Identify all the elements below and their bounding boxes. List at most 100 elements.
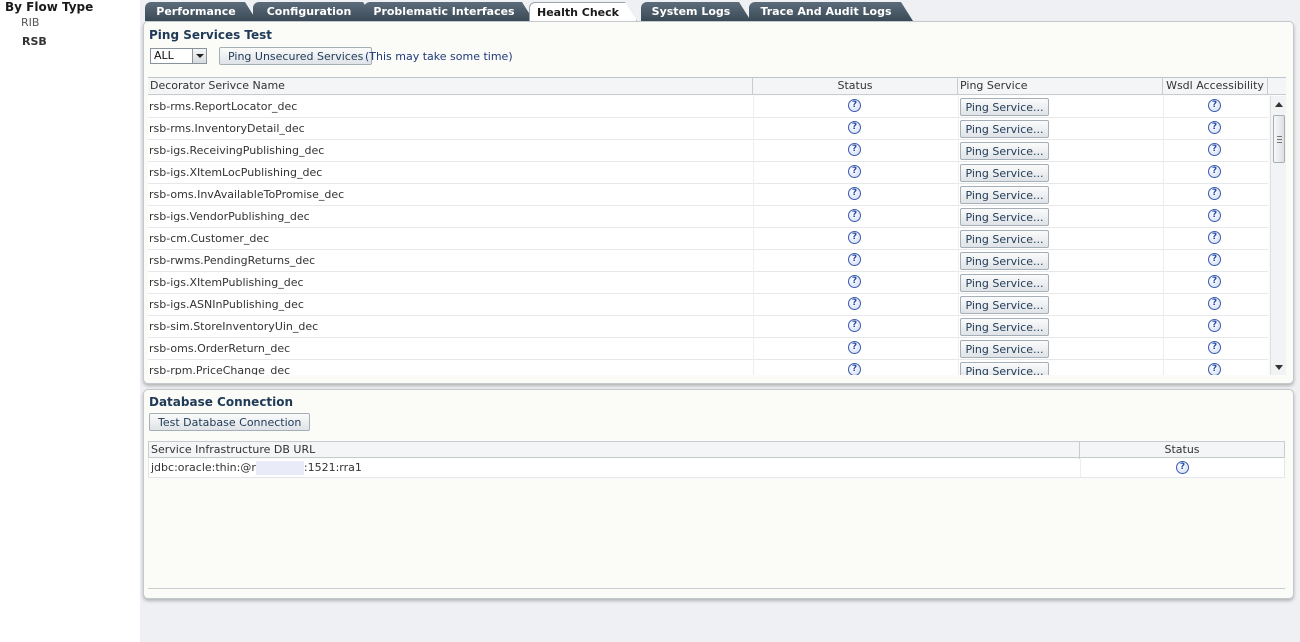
ping-service-button[interactable]: Ping Service... bbox=[960, 142, 1049, 160]
wsdl-question-icon[interactable]: ? bbox=[1208, 209, 1221, 222]
tab-health-check[interactable]: Health Check bbox=[529, 2, 637, 21]
service-name-cell: rsb-igs.XItemPublishing_dec bbox=[149, 276, 304, 289]
wsdl-question-icon[interactable]: ? bbox=[1208, 99, 1221, 112]
column-divider bbox=[1163, 272, 1164, 294]
status-question-icon[interactable]: ? bbox=[848, 253, 861, 266]
column-divider bbox=[1080, 459, 1081, 477]
service-name-cell: rsb-rpm.PriceChange_dec bbox=[149, 364, 291, 375]
scroll-thumb[interactable] bbox=[1273, 115, 1285, 163]
table-scrollbar[interactable] bbox=[1270, 96, 1286, 375]
table-row: rsb-cm.Customer_dec? Ping Service...? bbox=[148, 228, 1268, 250]
col-ping-service[interactable]: Ping Service bbox=[958, 78, 1163, 95]
status-question-icon[interactable]: ? bbox=[848, 187, 861, 200]
chevron-down-icon[interactable] bbox=[192, 49, 206, 63]
ping-service-button[interactable]: Ping Service... bbox=[960, 362, 1049, 375]
column-divider bbox=[1163, 118, 1164, 140]
status-question-icon[interactable]: ? bbox=[848, 231, 861, 244]
ping-services-panel: Ping Services Test ALL Ping Unsecured Se… bbox=[143, 21, 1294, 384]
col-wsdl-accessibility[interactable]: Wsdl Accessibility bbox=[1163, 78, 1268, 95]
ping-service-button[interactable]: Ping Service... bbox=[960, 318, 1049, 336]
test-database-connection-button[interactable]: Test Database Connection bbox=[149, 413, 311, 431]
wsdl-question-icon[interactable]: ? bbox=[1208, 319, 1221, 332]
tab-trace-audit-logs[interactable]: Trace And Audit Logs bbox=[749, 2, 913, 21]
col-status[interactable]: Status bbox=[753, 78, 958, 95]
column-divider bbox=[1163, 96, 1164, 118]
tab-system-logs[interactable]: System Logs bbox=[641, 2, 751, 21]
ping-service-button[interactable]: Ping Service... bbox=[960, 230, 1049, 248]
table-row: rsb-igs.VendorPublishing_dec? Ping Servic… bbox=[148, 206, 1268, 228]
db-table-row: jdbc:oracle:thin:@r:1521:rra1 ? bbox=[148, 459, 1285, 478]
wsdl-question-icon[interactable]: ? bbox=[1208, 363, 1221, 375]
ping-service-button[interactable]: Ping Service... bbox=[960, 164, 1049, 182]
grip-line bbox=[1277, 142, 1282, 143]
service-filter-select[interactable]: ALL bbox=[150, 48, 207, 64]
column-divider bbox=[1163, 140, 1164, 162]
nav-item-rsb[interactable]: RSB bbox=[22, 35, 47, 48]
wsdl-question-icon[interactable]: ? bbox=[1208, 341, 1221, 354]
db-url-cell: jdbc:oracle:thin:@r:1521:rra1 bbox=[151, 459, 362, 477]
wsdl-question-icon[interactable]: ? bbox=[1208, 165, 1221, 178]
tab-label: Health Check bbox=[537, 5, 619, 19]
wsdl-question-icon[interactable]: ? bbox=[1208, 253, 1221, 266]
grip-line bbox=[1277, 136, 1282, 137]
column-divider bbox=[958, 162, 959, 184]
status-question-icon[interactable]: ? bbox=[848, 209, 861, 222]
status-question-icon[interactable]: ? bbox=[848, 143, 861, 156]
column-divider bbox=[1163, 294, 1164, 316]
ping-unsecured-services-button[interactable]: Ping Unsecured Services bbox=[219, 47, 373, 65]
service-name-cell: rsb-rms.InventoryDetail_dec bbox=[149, 122, 305, 135]
db-table: Service Infrastructure DB URL Status jdb… bbox=[148, 441, 1285, 590]
scroll-up-arrow-icon[interactable] bbox=[1275, 102, 1283, 107]
column-divider bbox=[753, 294, 754, 316]
tab-bar: Performance Configuration Problematic In… bbox=[142, 0, 1300, 20]
col-db-url[interactable]: Service Infrastructure DB URL bbox=[149, 442, 1080, 459]
status-question-icon[interactable]: ? bbox=[848, 363, 861, 375]
ping-service-button[interactable]: Ping Service... bbox=[960, 208, 1049, 226]
wsdl-question-icon[interactable]: ? bbox=[1208, 187, 1221, 200]
divider bbox=[148, 588, 1285, 589]
wsdl-question-icon[interactable]: ? bbox=[1208, 143, 1221, 156]
status-question-icon[interactable]: ? bbox=[848, 275, 861, 288]
column-divider bbox=[753, 272, 754, 294]
service-name-cell: rsb-rwms.PendingReturns_dec bbox=[149, 254, 316, 267]
column-divider bbox=[753, 250, 754, 272]
status-question-icon[interactable]: ? bbox=[848, 99, 861, 112]
col-db-status[interactable]: Status bbox=[1080, 442, 1284, 459]
column-divider bbox=[958, 184, 959, 206]
ping-hint: (This may take some time) bbox=[365, 50, 513, 63]
tab-label: Problematic Interfaces bbox=[373, 5, 515, 18]
status-question-icon[interactable]: ? bbox=[848, 319, 861, 332]
ping-service-button[interactable]: Ping Service... bbox=[960, 120, 1049, 138]
ping-service-button[interactable]: Ping Service... bbox=[960, 340, 1049, 358]
col-service-name[interactable]: Decorator Serivce Name bbox=[148, 78, 753, 95]
tab-performance[interactable]: Performance bbox=[145, 2, 257, 21]
tab-problematic-interfaces[interactable]: Problematic Interfaces bbox=[364, 2, 534, 21]
status-question-icon[interactable]: ? bbox=[848, 165, 861, 178]
ping-service-button[interactable]: Ping Service... bbox=[960, 252, 1049, 270]
question-icon[interactable]: ? bbox=[1176, 461, 1189, 474]
database-connection-panel: Database Connection Test Database Connec… bbox=[143, 389, 1294, 599]
nav-item-rib[interactable]: RIB bbox=[21, 16, 39, 29]
column-divider bbox=[753, 184, 754, 206]
column-divider bbox=[753, 140, 754, 162]
tab-configuration[interactable]: Configuration bbox=[253, 2, 375, 21]
ping-service-button[interactable]: Ping Service... bbox=[960, 296, 1049, 314]
scroll-down-arrow-icon[interactable] bbox=[1275, 365, 1283, 370]
status-question-icon[interactable]: ? bbox=[848, 341, 861, 354]
table-row: rsb-rwms.PendingReturns_dec? Ping Service… bbox=[148, 250, 1268, 272]
status-question-icon[interactable]: ? bbox=[848, 297, 861, 310]
status-question-icon[interactable]: ? bbox=[848, 121, 861, 134]
db-url-prefix: jdbc:oracle:thin:@r bbox=[151, 461, 256, 474]
column-divider bbox=[753, 206, 754, 228]
column-divider bbox=[1163, 250, 1164, 272]
ping-service-button[interactable]: Ping Service... bbox=[960, 186, 1049, 204]
table-row: rsb-rms.ReportLocator_dec? Ping Service..… bbox=[148, 96, 1268, 118]
wsdl-question-icon[interactable]: ? bbox=[1208, 121, 1221, 134]
wsdl-question-icon[interactable]: ? bbox=[1208, 275, 1221, 288]
ping-service-button[interactable]: Ping Service... bbox=[960, 98, 1049, 116]
wsdl-question-icon[interactable]: ? bbox=[1208, 297, 1221, 310]
wsdl-question-icon[interactable]: ? bbox=[1208, 231, 1221, 244]
service-name-cell: rsb-igs.XItemLocPublishing_dec bbox=[149, 166, 323, 179]
table-row: rsb-rms.InventoryDetail_dec? Ping Service… bbox=[148, 118, 1268, 140]
ping-service-button[interactable]: Ping Service... bbox=[960, 274, 1049, 292]
